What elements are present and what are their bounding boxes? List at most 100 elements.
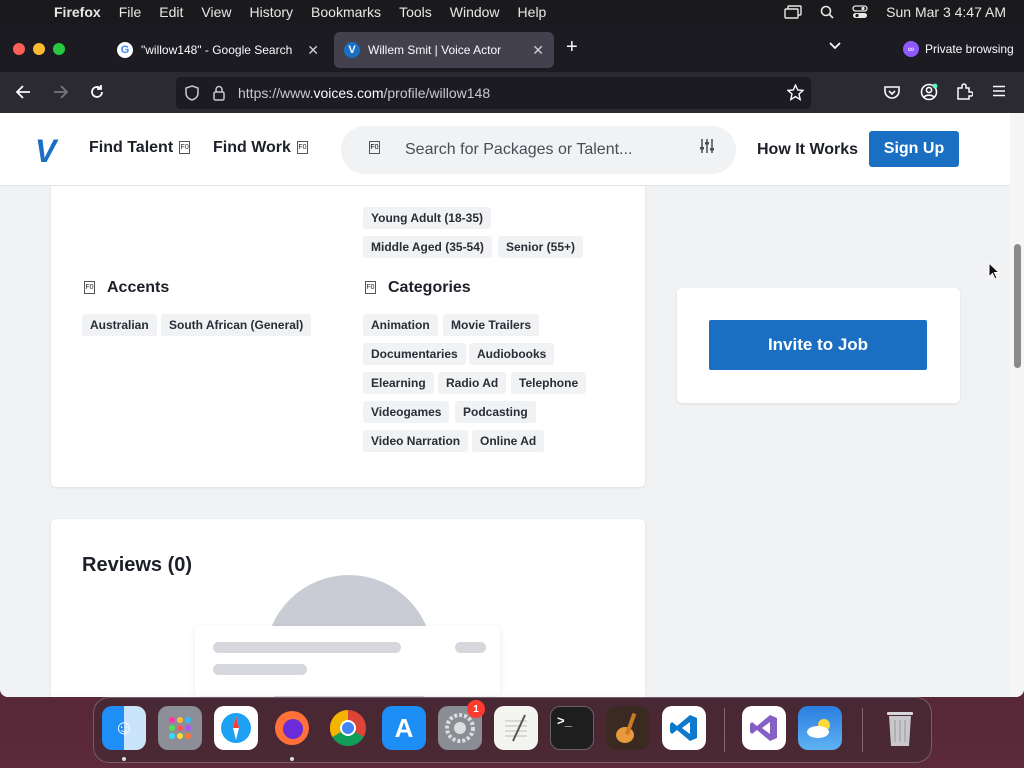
menu-history[interactable]: History [249, 4, 293, 20]
category-chip: Radio Ad [438, 372, 507, 394]
age-chip: Senior (55+) [498, 236, 584, 258]
forward-arrow-icon[interactable] [53, 85, 69, 99]
screen-mirroring-icon[interactable] [784, 5, 802, 19]
accents-icon: F0 [84, 281, 95, 295]
dock-system-settings-icon[interactable]: 1 [438, 700, 485, 750]
accents-heading: F0 Accents [84, 279, 170, 296]
profile-details-card: Young Adult (18-35) Middle Aged (35-54) … [51, 173, 645, 487]
close-window-button[interactable] [13, 43, 25, 55]
menu-window[interactable]: Window [450, 4, 500, 20]
extensions-puzzle-icon[interactable] [956, 83, 973, 100]
invite-card: Invite to Job [677, 288, 960, 403]
categories-heading: F0 Categories [365, 279, 471, 296]
back-arrow-icon[interactable] [15, 85, 31, 99]
reviews-heading: Reviews (0) [82, 554, 193, 576]
category-chip: Videogames [363, 401, 450, 423]
nav-find-work[interactable]: Find Work F0 [213, 139, 308, 157]
maximize-window-button[interactable] [53, 43, 65, 55]
new-tab-plus-icon[interactable]: + [566, 36, 578, 59]
category-chip: Podcasting [455, 401, 536, 423]
menu-view[interactable]: View [201, 4, 231, 20]
accent-chip: Australian [82, 314, 157, 336]
categories-icon: F0 [365, 281, 376, 295]
account-icon[interactable] [920, 83, 938, 101]
category-chip: Movie Trailers [443, 314, 540, 336]
minimize-window-button[interactable] [33, 43, 45, 55]
google-favicon-icon: G [117, 42, 133, 58]
review-placeholder-skeleton [195, 626, 500, 696]
pocket-icon[interactable] [884, 85, 900, 100]
dock-weather-icon[interactable] [798, 706, 842, 750]
dock-visual-studio-icon[interactable] [742, 706, 786, 750]
tab-strip: G "willow148" - Google Search ✕ V Willem… [0, 24, 1024, 72]
mouse-pointer-icon [988, 262, 1000, 280]
dock-finder-icon[interactable]: ☺ [102, 706, 146, 750]
dock-textedit-icon[interactable] [494, 706, 538, 750]
dock-vscode-icon[interactable] [662, 706, 706, 750]
tab-voice-actor[interactable]: V Willem Smit | Voice Actor ✕ [334, 32, 554, 68]
invite-to-job-button[interactable]: Invite to Job [709, 320, 927, 370]
scrollbar-thumb[interactable] [1014, 244, 1021, 368]
dock-chrome-icon[interactable] [326, 706, 370, 750]
voices-logo[interactable]: V [35, 133, 56, 170]
menu-bookmarks[interactable]: Bookmarks [311, 4, 381, 20]
close-tab-icon[interactable]: ✕ [532, 42, 544, 59]
bookmark-star-icon[interactable] [787, 84, 804, 101]
dock-firefox-icon[interactable] [270, 706, 314, 750]
page-scrollbar[interactable] [1010, 113, 1024, 697]
menu-app-firefox[interactable]: Firefox [54, 4, 101, 20]
sign-up-button[interactable]: Sign Up [869, 131, 959, 167]
nav-how-it-works[interactable]: How It Works [757, 141, 858, 159]
dock-garageband-icon[interactable] [606, 706, 650, 750]
dock-terminal-icon[interactable]: >_ [550, 706, 594, 750]
lock-icon[interactable] [213, 85, 225, 101]
category-chip: Online Ad [472, 430, 545, 452]
menu-bar: Firefox File Edit View History Bookmarks… [0, 0, 1024, 24]
close-tab-icon[interactable]: ✕ [307, 42, 319, 59]
dock-launchpad-icon[interactable] [158, 706, 202, 750]
control-center-icon[interactable] [852, 5, 868, 19]
category-chip: Audiobooks [469, 343, 555, 365]
search-input[interactable]: Search for Packages or Talent... [405, 141, 632, 159]
search-bar[interactable]: F0 Search for Packages or Talent... [341, 126, 736, 174]
tab-title: Willem Smit | Voice Actor [368, 43, 502, 57]
reload-icon[interactable] [89, 84, 105, 100]
dock: ☺ A 1 >_ [93, 697, 932, 763]
private-browsing-indicator: ∞ Private browsing [903, 41, 1014, 57]
search-icon: F0 [369, 141, 380, 154]
category-chip: Documentaries [363, 343, 466, 365]
menubar-clock[interactable]: Sun Mar 3 4:47 AM [886, 4, 1006, 20]
notification-badge: 1 [467, 700, 485, 718]
category-chip: Telephone [511, 372, 587, 394]
list-all-tabs-chevron-icon[interactable] [828, 38, 842, 54]
dock-app-store-icon[interactable]: A [382, 706, 426, 750]
filter-sliders-icon[interactable] [699, 138, 715, 154]
navigation-toolbar: https://www.voices.com/profile/willow148 [0, 72, 1024, 113]
address-bar[interactable]: https://www.voices.com/profile/willow148 [176, 77, 811, 109]
nav-find-talent[interactable]: Find Talent F0 [89, 139, 191, 157]
hamburger-menu-icon[interactable] [992, 85, 1006, 97]
site-header: V Find Talent F0 Find Work F0 F0 Search fo… [0, 113, 1010, 186]
menu-help[interactable]: Help [518, 4, 547, 20]
private-browsing-label: Private browsing [925, 42, 1014, 56]
category-chip: Elearning [363, 372, 434, 394]
private-mask-icon: ∞ [903, 41, 919, 57]
menu-file[interactable]: File [119, 4, 142, 20]
accent-chip: South African (General) [161, 314, 312, 336]
category-chip: Animation [363, 314, 438, 336]
shield-tracking-icon[interactable] [185, 85, 199, 101]
menu-tools[interactable]: Tools [399, 4, 432, 20]
menu-edit[interactable]: Edit [159, 4, 183, 20]
age-chip: Young Adult (18-35) [363, 207, 491, 229]
dock-safari-icon[interactable] [214, 706, 258, 750]
dropdown-glyph-icon: F0 [296, 141, 308, 155]
reviews-card: Reviews (0) [51, 519, 645, 697]
dropdown-glyph-icon: F0 [179, 141, 191, 155]
dock-trash-icon[interactable] [878, 706, 922, 750]
spotlight-search-icon[interactable] [820, 5, 834, 19]
browser-window: G "willow148" - Google Search ✕ V Willem… [0, 24, 1024, 697]
tab-google-search[interactable]: G "willow148" - Google Search ✕ [107, 32, 329, 68]
category-chip: Video Narration [363, 430, 469, 452]
url-text[interactable]: https://www.voices.com/profile/willow148 [238, 85, 490, 101]
age-chip: Middle Aged (35-54) [363, 236, 492, 258]
